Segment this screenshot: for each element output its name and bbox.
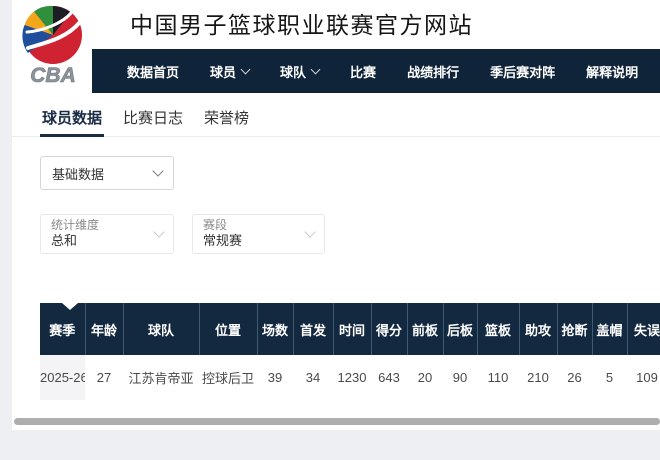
cell-turnovers: 109 [627, 355, 660, 400]
tab-label: 荣誉榜 [204, 107, 249, 128]
col-header-assists[interactable]: 助攻 [519, 303, 557, 355]
chevron-down-icon [152, 165, 163, 176]
col-header-blocks[interactable]: 盖帽 [592, 303, 627, 355]
player-stats-table-wrap: 赛季 年龄 球队 位置 场数 首发 时间 得分 前板 后板 篮板 助攻 抢断 盖… [40, 303, 660, 400]
nav-item-data-home[interactable]: 数据首页 [127, 62, 179, 81]
nav-item-label: 球员 [210, 62, 236, 81]
tab-player-data[interactable]: 球员数据 [40, 99, 104, 136]
cell-minutes: 1230 [333, 355, 371, 400]
tab-label: 球员数据 [42, 107, 102, 128]
nav-item-label: 球队 [280, 62, 306, 81]
col-header-rebounds[interactable]: 篮板 [477, 303, 519, 355]
header-notch-marker [62, 303, 78, 310]
tab-game-log[interactable]: 比赛日志 [121, 99, 185, 136]
nav-item-players[interactable]: 球员 [210, 62, 249, 81]
stat-dimension-label: 统计维度 [51, 218, 99, 234]
sub-tabs: 球员数据 比赛日志 荣誉榜 [12, 99, 660, 137]
chevron-down-icon [304, 226, 315, 237]
col-header-age[interactable]: 年龄 [85, 303, 123, 355]
col-header-season[interactable]: 赛季 [40, 303, 85, 355]
cell-off-rebounds: 20 [407, 355, 443, 400]
cba-basketball-icon: CBA [14, 3, 92, 85]
data-type-select[interactable]: 基础数据 [40, 156, 174, 190]
col-header-minutes[interactable]: 时间 [333, 303, 371, 355]
chevron-down-icon [241, 65, 251, 75]
content-panel: CBA 中国男子篮球职业联赛官方网站 数据首页 球员 球队 比赛 战绩排行 [12, 0, 660, 430]
cell-season: 2025-26 [40, 355, 85, 400]
col-header-games[interactable]: 场数 [257, 303, 293, 355]
cell-blocks: 5 [592, 355, 627, 400]
tab-label: 比赛日志 [123, 107, 183, 128]
col-header-turnovers[interactable]: 失误 [627, 303, 660, 355]
nav-item-standings[interactable]: 战绩排行 [407, 62, 459, 81]
nav-item-games[interactable]: 比赛 [350, 62, 376, 81]
nav-item-glossary[interactable]: 解释说明 [586, 62, 638, 81]
player-stats-table: 赛季 年龄 球队 位置 场数 首发 时间 得分 前板 后板 篮板 助攻 抢断 盖… [40, 303, 660, 400]
main-nav: 数据首页 球员 球队 比赛 战绩排行 季后赛对阵 解释说明 [92, 49, 660, 93]
nav-item-label: 解释说明 [586, 62, 638, 81]
col-header-team[interactable]: 球队 [123, 303, 199, 355]
data-type-select-value: 基础数据 [52, 164, 104, 183]
nav-item-teams[interactable]: 球队 [280, 62, 319, 81]
cba-logo[interactable]: CBA [14, 3, 92, 85]
stat-dimension-select[interactable]: 统计维度 总和 [40, 214, 174, 254]
cell-assists: 210 [519, 355, 557, 400]
stage-value: 常规赛 [203, 233, 242, 250]
cell-position: 控球后卫 [199, 355, 257, 400]
chevron-down-icon [153, 226, 164, 237]
cell-points: 643 [371, 355, 407, 400]
table-header-row: 赛季 年龄 球队 位置 场数 首发 时间 得分 前板 后板 篮板 助攻 抢断 盖… [40, 303, 660, 355]
site-title: 中国男子篮球职业联赛官方网站 [130, 6, 473, 40]
col-header-off-rebounds[interactable]: 前板 [407, 303, 443, 355]
col-header-points[interactable]: 得分 [371, 303, 407, 355]
table-row[interactable]: 2025-26 27 江苏肯帝亚 控球后卫 39 34 1230 643 20 … [40, 355, 660, 400]
nav-item-label: 比赛 [350, 62, 376, 81]
col-header-def-rebounds[interactable]: 后板 [443, 303, 477, 355]
cell-steals: 26 [557, 355, 592, 400]
cell-rebounds: 110 [477, 355, 519, 400]
cell-team: 江苏肯帝亚 [123, 355, 199, 400]
cell-starts: 34 [293, 355, 333, 400]
stage-select[interactable]: 赛段 常规赛 [192, 214, 325, 254]
horizontal-scrollbar[interactable] [14, 418, 660, 425]
cba-logo-text: CBA [30, 64, 76, 85]
page: CBA 中国男子篮球职业联赛官方网站 数据首页 球员 球队 比赛 战绩排行 [0, 0, 660, 460]
nav-item-label: 数据首页 [127, 62, 179, 81]
chevron-down-icon [311, 65, 321, 75]
col-header-steals[interactable]: 抢断 [557, 303, 592, 355]
nav-item-label: 战绩排行 [407, 62, 459, 81]
cell-age: 27 [85, 355, 123, 400]
cell-games: 39 [257, 355, 293, 400]
nav-item-playoff-bracket[interactable]: 季后赛对阵 [490, 62, 555, 81]
stat-dimension-value: 总和 [51, 233, 99, 250]
col-header-position[interactable]: 位置 [199, 303, 257, 355]
stage-label: 赛段 [203, 218, 242, 234]
nav-item-label: 季后赛对阵 [490, 62, 555, 81]
cell-def-rebounds: 90 [443, 355, 477, 400]
col-header-starts[interactable]: 首发 [293, 303, 333, 355]
tab-honor-roll[interactable]: 荣誉榜 [202, 99, 251, 136]
